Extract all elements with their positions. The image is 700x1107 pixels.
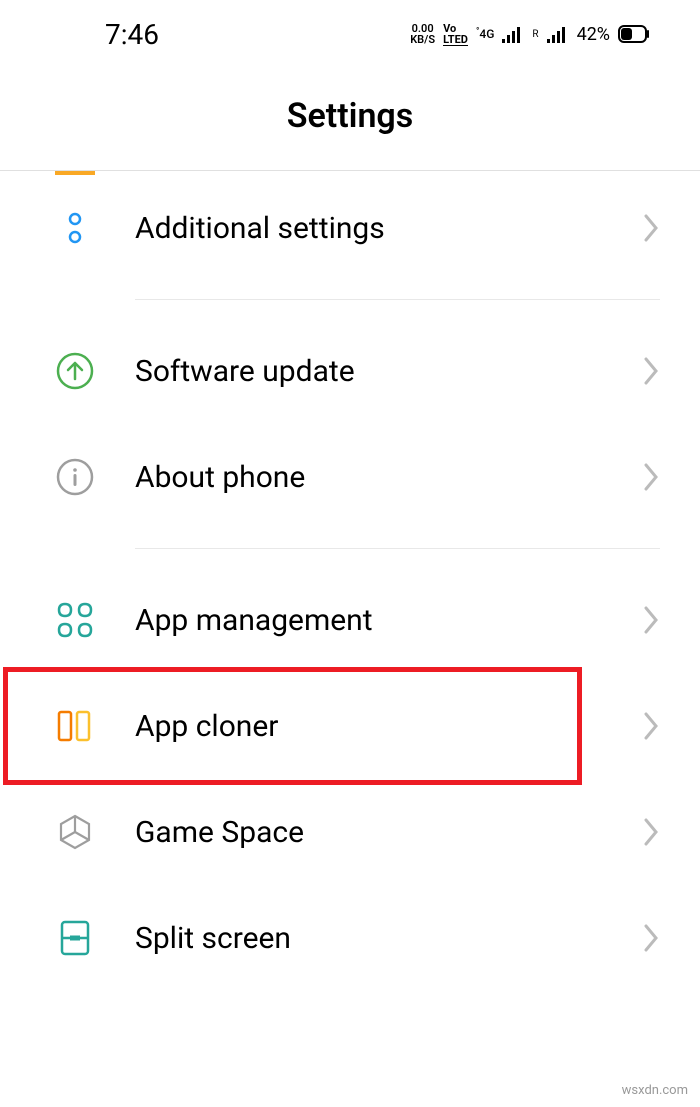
section-divider [135, 548, 660, 549]
signal-icon [502, 25, 524, 43]
chevron-right-icon [644, 606, 660, 634]
battery-percentage: 42% [577, 24, 610, 45]
setting-item-software-update[interactable]: Software update [0, 318, 700, 424]
setting-label: App cloner [135, 709, 644, 744]
software-update-icon [55, 351, 95, 391]
additional-settings-icon [55, 208, 95, 248]
page-header: Settings [0, 68, 700, 170]
about-phone-icon [55, 457, 95, 497]
network-4g-indicator: °4G [476, 27, 494, 41]
settings-list: Additional settings Software update Abou… [0, 171, 700, 991]
app-cloner-icon [55, 706, 95, 746]
status-bar: 7:46 0.00 KB/S Vo LTED °4G R 42% [0, 0, 700, 68]
data-speed-indicator: 0.00 KB/S [410, 23, 435, 45]
status-indicators: 0.00 KB/S Vo LTED °4G R 42% [410, 23, 650, 46]
setting-label: Split screen [135, 921, 644, 956]
chevron-right-icon [644, 463, 660, 491]
setting-item-game-space[interactable]: Game Space [0, 779, 700, 885]
battery-icon [618, 25, 650, 43]
setting-label: Additional settings [135, 211, 644, 246]
chevron-right-icon [644, 214, 660, 242]
setting-label: Game Space [135, 815, 644, 850]
watermark: wsxdn.com [618, 1082, 692, 1099]
volte-indicator: Vo LTED [443, 23, 468, 46]
setting-item-split-screen[interactable]: Split screen [0, 885, 700, 991]
page-title: Settings [0, 96, 700, 136]
setting-label: Software update [135, 354, 644, 389]
setting-item-app-cloner[interactable]: App cloner [0, 673, 700, 779]
chevron-right-icon [644, 357, 660, 385]
setting-item-additional[interactable]: Additional settings [0, 175, 700, 281]
roaming-indicator: R [532, 29, 538, 40]
setting-label: About phone [135, 460, 644, 495]
chevron-right-icon [644, 712, 660, 740]
split-screen-icon [55, 918, 95, 958]
section-divider [135, 299, 660, 300]
chevron-right-icon [644, 818, 660, 846]
chevron-right-icon [644, 924, 660, 952]
setting-label: App management [135, 603, 644, 638]
app-management-icon [55, 600, 95, 640]
signal-icon-2 [547, 25, 569, 43]
setting-item-about-phone[interactable]: About phone [0, 424, 700, 530]
game-space-icon [55, 812, 95, 852]
setting-item-app-management[interactable]: App management [0, 567, 700, 673]
status-time: 7:46 [105, 18, 159, 51]
